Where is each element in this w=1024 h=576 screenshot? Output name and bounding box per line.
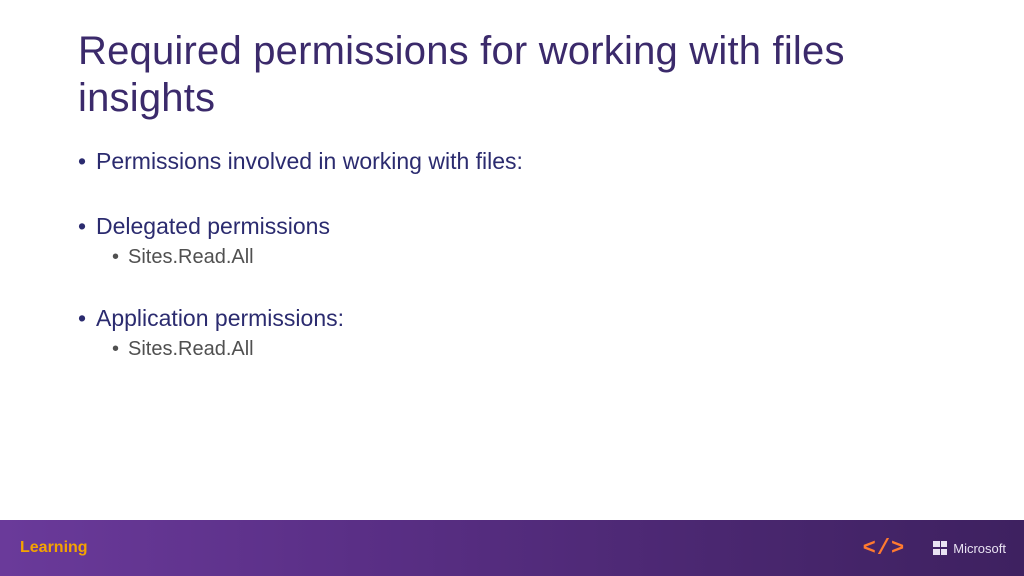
bullet-level-2: •Sites.Read.All <box>112 338 948 361</box>
footer-bar: Learning </> Microsoft <box>0 520 1024 576</box>
microsoft-brand: Microsoft <box>933 541 1006 556</box>
bullet-text: Delegated permissions <box>96 213 330 240</box>
slide-content: •Permissions involved in working with fi… <box>78 148 948 365</box>
bullet-spacer <box>78 181 948 213</box>
bullet-dot-icon: • <box>112 338 128 361</box>
bullet-text: Sites.Read.All <box>128 246 254 269</box>
bullet-level-1: •Permissions involved in working with fi… <box>78 148 948 175</box>
bullet-dot-icon: • <box>78 213 96 240</box>
bullet-dot-icon: • <box>78 148 96 175</box>
microsoft-logo-icon <box>933 541 947 555</box>
bullet-dot-icon: • <box>112 246 128 269</box>
slide: Required permissions for working with fi… <box>0 0 1024 576</box>
bullet-text: Permissions involved in working with fil… <box>96 148 523 175</box>
slide-title: Required permissions for working with fi… <box>78 28 948 122</box>
footer-left-label: Learning <box>20 539 88 557</box>
bullet-level-1: •Delegated permissions <box>78 213 948 240</box>
bullet-text: Application permissions: <box>96 305 344 332</box>
bullet-spacer <box>78 273 948 305</box>
code-bracket-icon: </> <box>863 536 906 561</box>
bullet-text: Sites.Read.All <box>128 338 254 361</box>
bullet-level-2: •Sites.Read.All <box>112 246 948 269</box>
bullet-dot-icon: • <box>78 305 96 332</box>
bullet-level-1: •Application permissions: <box>78 305 948 332</box>
footer-right-group: </> Microsoft <box>863 536 1006 561</box>
microsoft-brand-text: Microsoft <box>953 541 1006 556</box>
